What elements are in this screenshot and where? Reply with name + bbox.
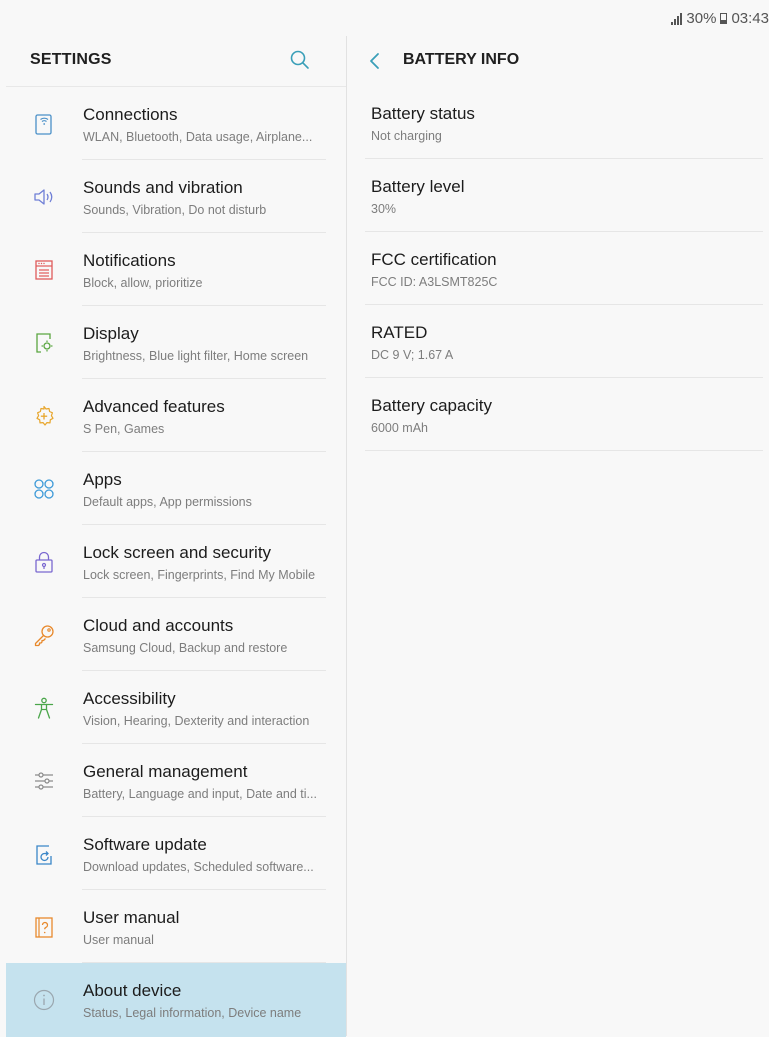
battery-info-header: BATTERY INFO — [347, 36, 769, 86]
advanced-features-icon — [36, 405, 54, 426]
info-item-title: RATED — [371, 323, 428, 342]
settings-item-title: About device — [83, 981, 182, 1000]
settings-item-title: Apps — [83, 470, 122, 489]
lock-icon — [35, 551, 53, 573]
battery-info-list: Battery status Not charging Battery level 3… — [347, 86, 769, 451]
battery-info-pane: BATTERY INFO Battery status Not charging B… — [347, 36, 769, 1036]
settings-item-notifications[interactable]: Notifications Block, allow, prioritize — [6, 233, 346, 306]
key-icon — [34, 625, 54, 647]
settings-item-title: Software update — [83, 835, 207, 854]
signal-icon — [671, 12, 683, 25]
info-item-title: FCC certification — [371, 250, 497, 269]
settings-item-subtitle: Battery, Language and input, Date and ti… — [83, 787, 317, 801]
settings-item-software-update[interactable]: Software update Download updates, Schedul… — [6, 817, 346, 890]
sliders-icon — [35, 772, 53, 790]
info-item-title: Battery capacity — [371, 396, 492, 415]
settings-item-user-manual[interactable]: User manual User manual — [6, 890, 346, 963]
settings-item-display[interactable]: Display Brightness, Blue light filter, Ho… — [6, 306, 346, 379]
settings-item-cloud-and-accounts[interactable]: Cloud and accounts Samsung Cloud, Backup … — [6, 598, 346, 671]
battery-percent: 30% — [686, 10, 717, 27]
display-icon — [36, 333, 53, 353]
settings-item-accessibility[interactable]: Accessibility Vision, Hearing, Dexterity … — [6, 671, 346, 744]
battery-info-item-battery-capacity: Battery capacity 6000 mAh — [365, 378, 763, 451]
settings-item-title: Notifications — [83, 251, 176, 270]
info-item-title: Battery status — [371, 104, 475, 123]
settings-item-apps[interactable]: Apps Default apps, App permissions — [6, 452, 346, 525]
connections-icon — [35, 114, 52, 135]
settings-item-advanced-features[interactable]: Advanced features S Pen, Games — [6, 379, 346, 452]
settings-item-subtitle: Download updates, Scheduled software... — [83, 860, 314, 874]
page-title: SETTINGS — [30, 51, 112, 68]
settings-item-subtitle: Block, allow, prioritize — [83, 276, 203, 290]
settings-header: SETTINGS — [6, 36, 346, 87]
settings-item-subtitle: S Pen, Games — [83, 422, 165, 436]
info-item-value: Not charging — [371, 129, 442, 143]
settings-item-title: General management — [83, 762, 248, 781]
settings-item-subtitle: Brightness, Blue light filter, Home scre… — [83, 349, 309, 363]
divider — [365, 450, 763, 451]
settings-item-title: User manual — [83, 908, 180, 927]
settings-item-general-management[interactable]: General management Battery, Language and … — [6, 744, 346, 817]
battery-info-title: BATTERY INFO — [403, 51, 520, 68]
settings-item-title: Lock screen and security — [83, 543, 272, 562]
software-update-icon — [36, 845, 52, 865]
battery-info-item-battery-level: Battery level 30% — [365, 159, 763, 232]
clock: 03:43 — [731, 10, 769, 27]
settings-item-subtitle: WLAN, Bluetooth, Data usage, Airplane... — [83, 130, 313, 144]
settings-pane: SETTINGS Connections WLAN, Bluetooth, Dat… — [6, 36, 347, 1037]
accessibility-icon — [34, 697, 54, 719]
info-item-value: DC 9 V; 1.67 A — [371, 348, 454, 362]
settings-menu: Connections WLAN, Bluetooth, Data usage, … — [6, 87, 346, 1037]
settings-item-connections[interactable]: Connections WLAN, Bluetooth, Data usage, … — [6, 87, 346, 160]
settings-item-title: Accessibility — [83, 689, 176, 708]
status-bar: 30% 03:43 — [0, 0, 769, 36]
battery-info-item-rated: RATED DC 9 V; 1.67 A — [365, 305, 763, 378]
settings-item-title: Cloud and accounts — [83, 616, 234, 635]
settings-item-about-device[interactable]: About device Status, Legal information, D… — [6, 963, 346, 1037]
settings-item-subtitle: Default apps, App permissions — [83, 495, 252, 509]
back-arrow-icon[interactable] — [367, 51, 383, 71]
apps-icon — [34, 479, 54, 499]
settings-item-subtitle: Status, Legal information, Device name — [83, 1006, 302, 1020]
settings-item-title: Sounds and vibration — [83, 178, 243, 197]
info-icon — [33, 989, 55, 1011]
battery-icon — [720, 13, 728, 24]
settings-item-subtitle: Samsung Cloud, Backup and restore — [83, 641, 288, 655]
status-indicators: 30% 03:43 — [671, 10, 769, 27]
settings-item-title: Display — [83, 324, 139, 343]
info-item-title: Battery level — [371, 177, 465, 196]
user-manual-icon — [35, 917, 53, 938]
settings-item-subtitle: Vision, Hearing, Dexterity and interacti… — [83, 714, 310, 728]
notifications-icon — [35, 260, 53, 280]
settings-item-subtitle: Lock screen, Fingerprints, Find My Mobil… — [83, 568, 316, 582]
search-icon[interactable] — [289, 49, 311, 71]
settings-item-title: Connections — [83, 105, 178, 124]
speaker-icon — [34, 189, 53, 205]
info-item-value: 6000 mAh — [371, 421, 428, 435]
info-item-value: FCC ID: A3LSMT825C — [371, 275, 498, 289]
settings-item-lock-screen-and-security[interactable]: Lock screen and security Lock screen, Fin… — [6, 525, 346, 598]
battery-info-item-fcc-certification: FCC certification FCC ID: A3LSMT825C — [365, 232, 763, 305]
settings-item-subtitle: User manual — [83, 933, 154, 947]
settings-item-title: Advanced features — [83, 397, 225, 416]
settings-item-sounds-and-vibration[interactable]: Sounds and vibration Sounds, Vibration, D… — [6, 160, 346, 233]
settings-item-subtitle: Sounds, Vibration, Do not disturb — [83, 203, 267, 217]
info-item-value: 30% — [371, 202, 397, 216]
battery-info-item-battery-status: Battery status Not charging — [365, 86, 763, 159]
